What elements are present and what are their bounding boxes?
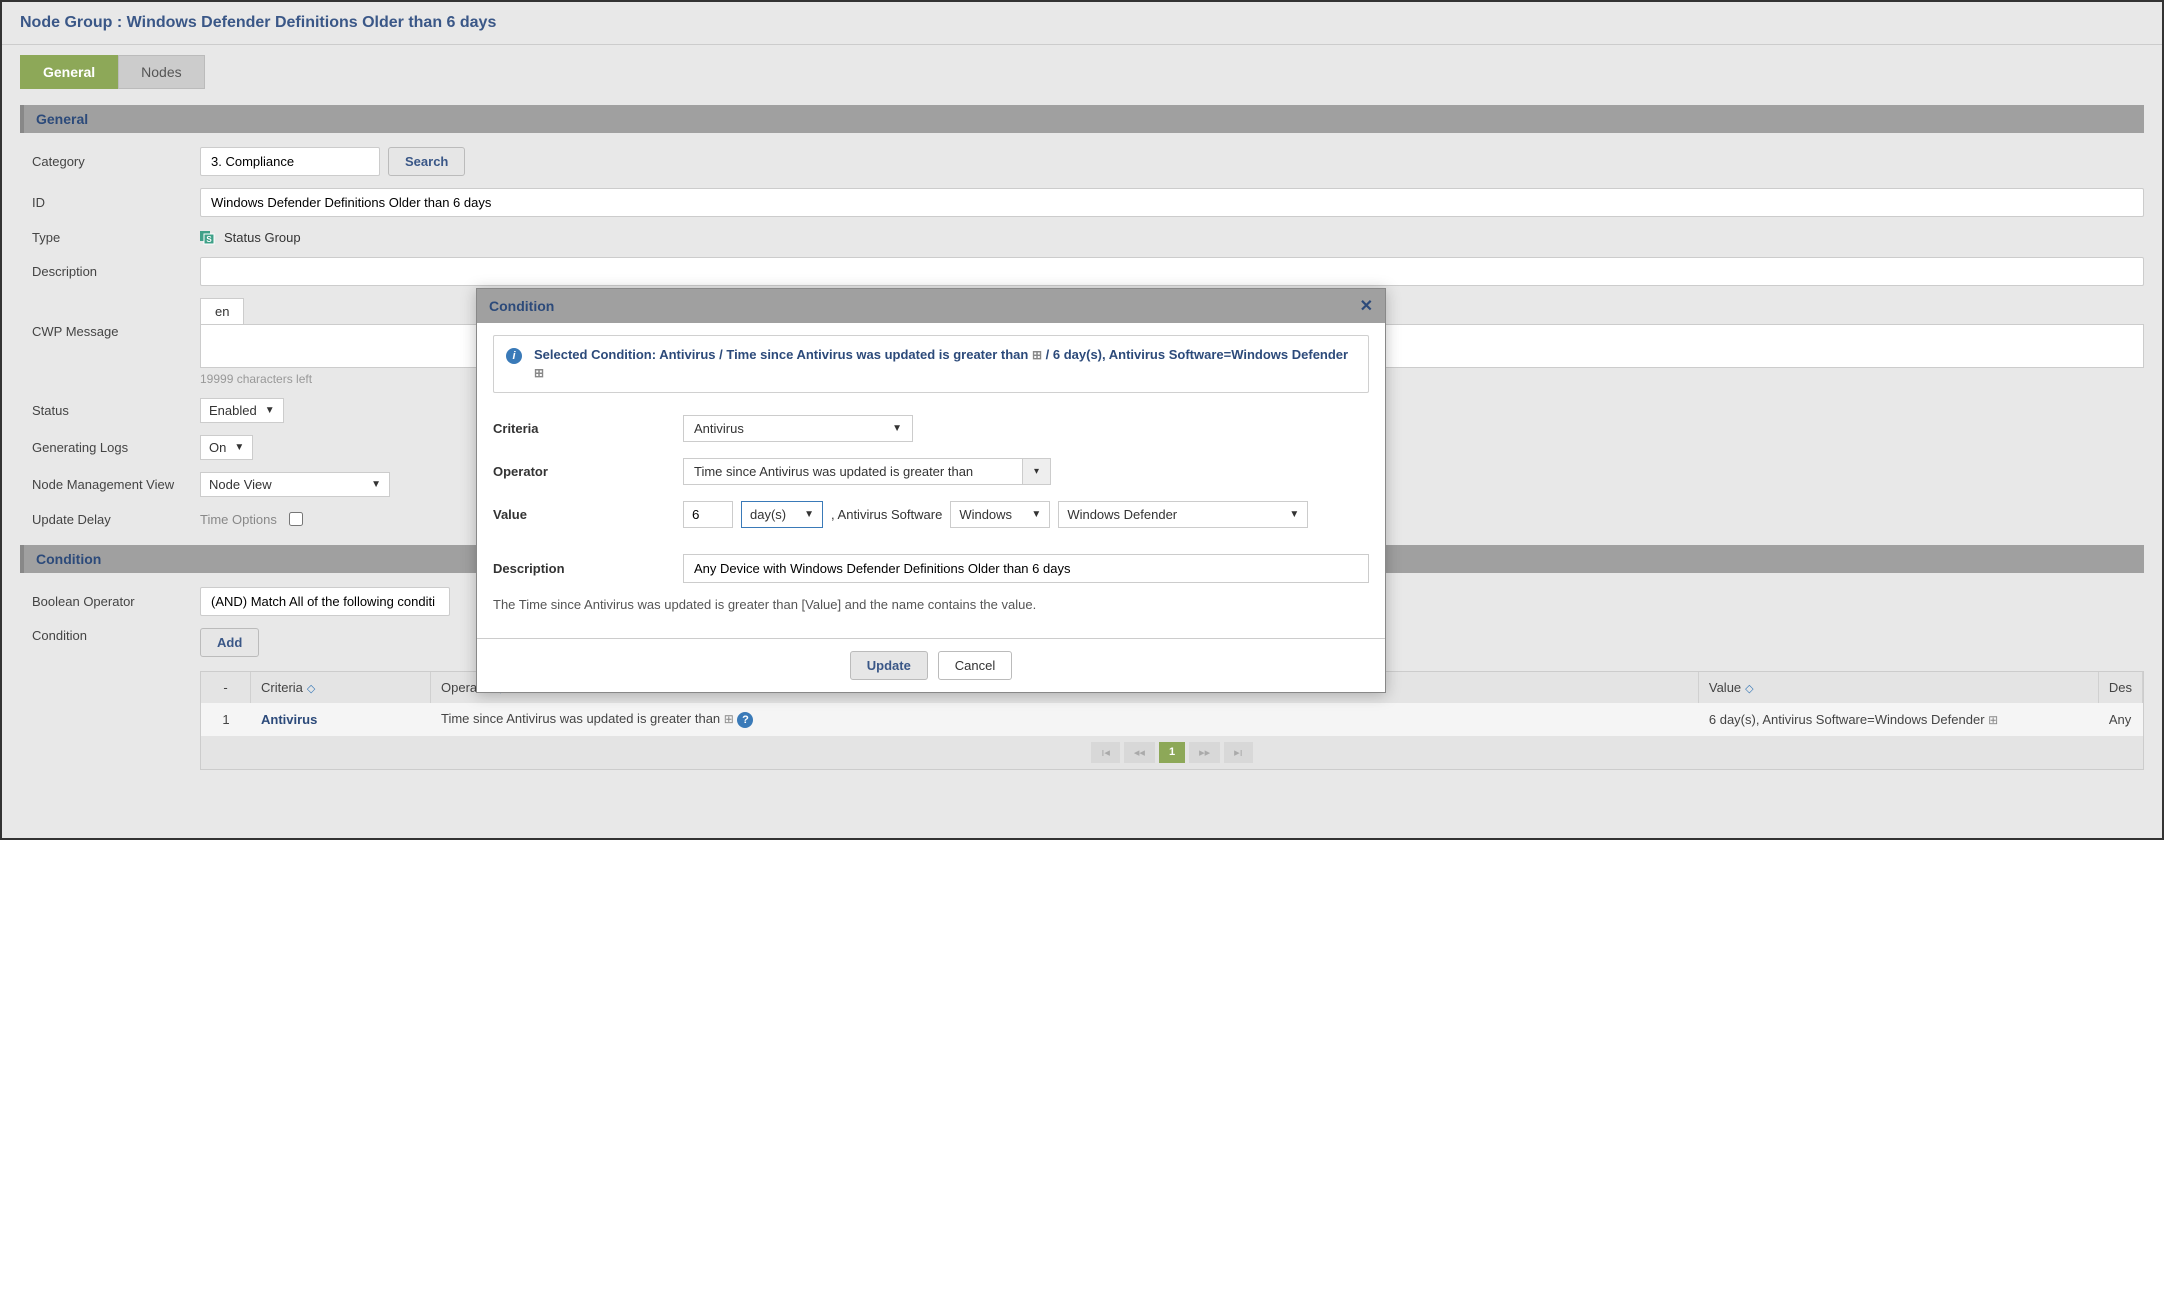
pager-page[interactable]: 1 — [1159, 742, 1185, 763]
operator-value: Time since Antivirus was updated is grea… — [694, 464, 973, 479]
description-input[interactable] — [200, 257, 2144, 286]
value-software-select[interactable]: Windows Defender ▼ — [1058, 501, 1308, 528]
pager: ı◂ ◂◂ 1 ▸▸ ▸ı — [201, 736, 2143, 769]
pager-prev[interactable]: ◂◂ — [1124, 742, 1155, 763]
windows-icon: ⊞ — [1988, 713, 1998, 727]
sort-icon: ◇ — [307, 683, 315, 695]
type-label: Type — [20, 230, 200, 245]
chevron-down-icon: ▼ — [804, 509, 814, 520]
value-number-input[interactable] — [683, 501, 733, 528]
windows-icon: ⊞ — [724, 712, 734, 726]
windows-icon: ⊞ — [1032, 348, 1042, 362]
modal-description-input[interactable] — [683, 554, 1369, 583]
modal-description-label: Description — [493, 561, 673, 576]
cell-desc: Any — [2099, 703, 2143, 736]
th-value[interactable]: Value◇ — [1699, 672, 2099, 703]
operator-select[interactable]: Time since Antivirus was updated is grea… — [683, 458, 1023, 485]
tab-bar: General Nodes — [2, 45, 2162, 89]
nodeview-select[interactable]: Node View ▼ — [200, 472, 390, 497]
add-button[interactable]: Add — [200, 628, 259, 657]
criteria-value: Antivirus — [694, 421, 744, 436]
chevron-down-icon: ▼ — [1031, 509, 1041, 520]
pager-next[interactable]: ▸▸ — [1189, 742, 1220, 763]
chevron-down-icon: ▾ — [1034, 466, 1039, 477]
page-title: Node Group : Windows Defender Definition… — [2, 2, 2162, 45]
chevron-down-icon: ▼ — [892, 423, 902, 434]
search-button[interactable]: Search — [388, 147, 465, 176]
criteria-select[interactable]: Antivirus ▼ — [683, 415, 913, 442]
chevron-down-icon: ▼ — [1289, 509, 1299, 520]
windows-icon: ⊞ — [534, 366, 544, 380]
category-label: Category — [20, 154, 200, 169]
chevron-down-icon: ▼ — [371, 479, 381, 490]
genlogs-select[interactable]: On ▼ — [200, 435, 253, 460]
category-input[interactable] — [200, 147, 380, 176]
help-icon[interactable]: ? — [737, 712, 753, 728]
cell-value: 6 day(s), Antivirus Software=Windows Def… — [1699, 703, 2099, 736]
cell-index: 1 — [201, 703, 251, 736]
section-header-general: General — [20, 105, 2144, 133]
cell-criteria[interactable]: Antivirus — [261, 712, 317, 727]
nodeview-label: Node Management View — [20, 477, 200, 492]
modal-operator-label: Operator — [493, 464, 673, 479]
id-input[interactable] — [200, 188, 2144, 217]
status-group-icon: S — [200, 229, 216, 245]
cwp-label: CWP Message — [20, 298, 200, 339]
value-os: Windows — [959, 507, 1012, 522]
modal-title: Condition — [489, 298, 554, 314]
bool-label: Boolean Operator — [20, 594, 200, 609]
close-icon[interactable]: ✕ — [1360, 296, 1373, 316]
chevron-down-icon: ▼ — [265, 405, 275, 416]
chevron-down-icon: ▼ — [234, 442, 244, 453]
sort-icon: ◇ — [1745, 683, 1753, 695]
value-software: Windows Defender — [1067, 507, 1177, 522]
delay-checkbox[interactable] — [289, 512, 303, 526]
value-unit-select[interactable]: day(s) ▼ — [741, 501, 823, 528]
status-value: Enabled — [209, 403, 257, 418]
modal-value-label: Value — [493, 507, 673, 522]
tab-general[interactable]: General — [20, 55, 118, 89]
cell-operator: Time since Antivirus was updated is grea… — [431, 703, 1699, 736]
tab-nodes[interactable]: Nodes — [118, 55, 204, 89]
pager-last[interactable]: ▸ı — [1224, 742, 1253, 763]
value-software-label: , Antivirus Software — [831, 507, 942, 522]
genlogs-value: On — [209, 440, 226, 455]
th-desc[interactable]: Des — [2099, 672, 2143, 703]
bool-select[interactable] — [200, 587, 450, 616]
info-icon: i — [506, 348, 522, 364]
modal-hint: The Time since Antivirus was updated is … — [493, 591, 1369, 626]
svg-text:S: S — [206, 235, 212, 244]
pager-first[interactable]: ı◂ — [1091, 742, 1120, 763]
nodeview-value: Node View — [209, 477, 272, 492]
info-text: Selected Condition: Antivirus / Time sin… — [534, 346, 1356, 382]
id-label: ID — [20, 195, 200, 210]
value-unit: day(s) — [750, 507, 786, 522]
delay-label: Update Delay — [20, 512, 200, 527]
cond-label: Condition — [20, 628, 200, 643]
table-row[interactable]: 1 Antivirus Time since Antivirus was upd… — [201, 703, 2143, 736]
condition-modal: Condition ✕ i Selected Condition: Antivi… — [476, 288, 1386, 693]
type-value: Status Group — [224, 230, 301, 245]
status-select[interactable]: Enabled ▼ — [200, 398, 284, 423]
genlogs-label: Generating Logs — [20, 440, 200, 455]
cwp-lang-tab[interactable]: en — [200, 298, 244, 324]
cancel-button[interactable]: Cancel — [938, 651, 1012, 680]
modal-criteria-label: Criteria — [493, 421, 673, 436]
status-label: Status — [20, 403, 200, 418]
update-button[interactable]: Update — [850, 651, 928, 680]
description-label: Description — [20, 264, 200, 279]
info-box: i Selected Condition: Antivirus / Time s… — [493, 335, 1369, 393]
th-criteria[interactable]: Criteria◇ — [251, 672, 431, 703]
operator-dropdown-button[interactable]: ▾ — [1023, 458, 1051, 485]
th-index: - — [201, 672, 251, 703]
delay-text: Time Options — [200, 512, 277, 527]
value-os-select[interactable]: Windows ▼ — [950, 501, 1050, 528]
